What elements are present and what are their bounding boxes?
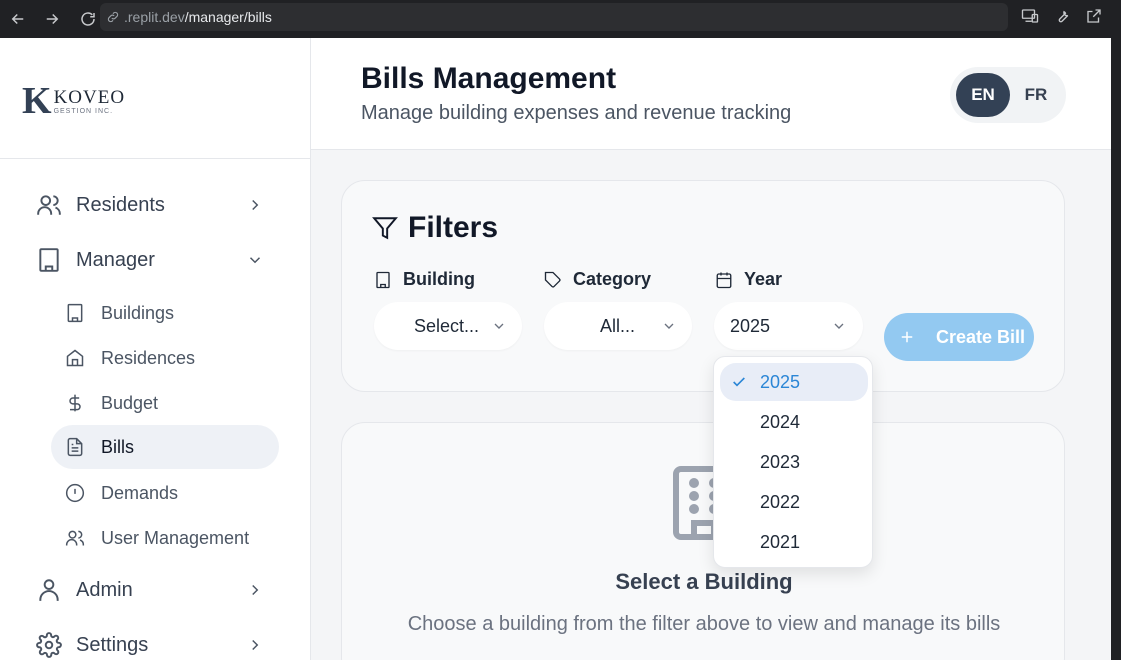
page-title: Bills Management: [361, 62, 617, 95]
back-button[interactable]: [6, 7, 30, 31]
address-bar[interactable]: .replit.dev/manager/bills: [100, 3, 1008, 31]
users-icon: [65, 530, 85, 546]
wrench-icon[interactable]: [1053, 7, 1071, 25]
page-subtitle: Manage building expenses and revenue tra…: [361, 102, 792, 124]
year-select-value: 2025: [730, 315, 771, 336]
sidebar-item-label: Residences: [101, 347, 196, 368]
sidebar-item-residences[interactable]: Residences: [51, 336, 279, 380]
sidebar-item-label: Settings: [76, 633, 149, 656]
chevron-down-icon: [249, 257, 261, 264]
year-option-2022[interactable]: 2022: [720, 483, 868, 521]
sidebar-item-bills[interactable]: Bills: [51, 425, 279, 469]
logo-subtitle: GESTION INC.: [53, 107, 114, 115]
url-host: .replit.dev: [124, 9, 185, 25]
sidebar-item-manager[interactable]: Manager: [24, 240, 274, 280]
alert-circle-icon: [65, 483, 85, 503]
link-icon: [107, 11, 119, 23]
category-select-value: All...: [600, 315, 636, 336]
year-option-2025[interactable]: 2025: [720, 363, 868, 401]
arrow-left-icon: [11, 13, 24, 25]
arrow-right-icon: [46, 13, 59, 25]
empty-state-card: Select a Building Choose a building from…: [341, 422, 1065, 660]
sidebar: K KOVEO GESTION INC. Residents Manager B…: [0, 38, 311, 660]
home-icon: [66, 349, 84, 367]
user-icon: [39, 579, 59, 601]
category-filter-label: Category: [544, 269, 651, 290]
logo[interactable]: K KOVEO GESTION INC.: [22, 82, 125, 120]
forward-button[interactable]: [40, 7, 64, 31]
chevron-right-icon: [252, 199, 259, 211]
chevron-right-icon: [252, 584, 259, 596]
sidebar-item-label: Manager: [76, 248, 155, 271]
year-filter-label: Year: [715, 269, 782, 290]
logo-mark: K: [22, 80, 52, 122]
building-select[interactable]: Select...: [374, 302, 522, 350]
browser-toolbar: .replit.dev/manager/bills: [0, 0, 1121, 38]
sidebar-item-label: Buildings: [101, 302, 175, 323]
sidebar-item-residents[interactable]: Residents: [24, 185, 274, 225]
logo-name: KOVEO: [53, 86, 126, 108]
file-text-icon: [67, 437, 83, 457]
sidebar-item-label: Residents: [76, 193, 165, 216]
building-select-value: Select...: [414, 315, 480, 336]
chevron-down-icon: [834, 323, 844, 329]
year-option-2024[interactable]: 2024: [720, 403, 868, 441]
empty-state-description: Choose a building from the filter above …: [407, 613, 1001, 635]
sidebar-item-settings[interactable]: Settings: [24, 625, 274, 660]
reload-icon: [81, 12, 95, 26]
filters-title: Filters: [408, 211, 499, 244]
sidebar-item-label: Demands: [101, 482, 179, 503]
sidebar-item-admin[interactable]: Admin: [24, 570, 274, 610]
year-dropdown-menu: 2025 2024 2023 2022 2021: [713, 356, 873, 568]
sidebar-item-label: Budget: [101, 392, 159, 413]
chevron-down-icon: [664, 323, 674, 329]
users-icon: [37, 195, 61, 215]
create-bill-label: Create Bill: [936, 326, 1026, 347]
building-icon: [39, 248, 59, 272]
url-path: /manager/bills: [184, 9, 272, 25]
sidebar-item-label: Bills: [101, 436, 135, 457]
sidebar-item-label: Admin: [76, 578, 133, 601]
gear-icon: [36, 632, 62, 658]
year-select[interactable]: 2025: [714, 302, 863, 350]
lang-en-button[interactable]: EN: [956, 73, 1010, 117]
year-option-2021[interactable]: 2021: [720, 523, 868, 561]
filters-card: Filters Building Select... Category All.…: [341, 180, 1065, 392]
sidebar-item-buildings[interactable]: Buildings: [51, 291, 279, 335]
plus-icon: [901, 331, 913, 343]
create-bill-button[interactable]: Create Bill: [884, 313, 1034, 361]
sidebar-divider: [0, 158, 310, 159]
sidebar-item-user-management[interactable]: User Management: [51, 516, 279, 560]
filter-icon: [372, 217, 398, 240]
reload-button[interactable]: [76, 7, 100, 31]
sidebar-item-budget[interactable]: Budget: [51, 381, 279, 425]
sidebar-item-label: User Management: [101, 527, 250, 548]
lang-fr-button[interactable]: FR: [1012, 73, 1060, 117]
calendar-icon: [716, 272, 732, 288]
dollar-icon: [69, 394, 81, 412]
building-icon: [67, 303, 83, 323]
filters-heading: Filters: [372, 211, 498, 245]
category-select[interactable]: All...: [544, 302, 692, 350]
browser-actions: [1021, 7, 1103, 25]
language-switcher: EN FR: [950, 67, 1066, 123]
chevron-right-icon: [252, 639, 259, 651]
sidebar-item-demands[interactable]: Demands: [51, 471, 279, 515]
tag-icon: [544, 271, 561, 288]
external-link-icon[interactable]: [1085, 7, 1103, 25]
check-icon: [733, 377, 745, 387]
building-filter-label: Building: [374, 269, 475, 290]
devices-icon[interactable]: [1021, 7, 1039, 25]
building-icon: [376, 271, 390, 288]
page-header: Bills Management Manage building expense…: [311, 38, 1111, 150]
chevron-down-icon: [494, 323, 504, 329]
empty-state-title: Select a Building: [615, 569, 793, 594]
year-option-2023[interactable]: 2023: [720, 443, 868, 481]
window-edge: [1111, 38, 1121, 660]
